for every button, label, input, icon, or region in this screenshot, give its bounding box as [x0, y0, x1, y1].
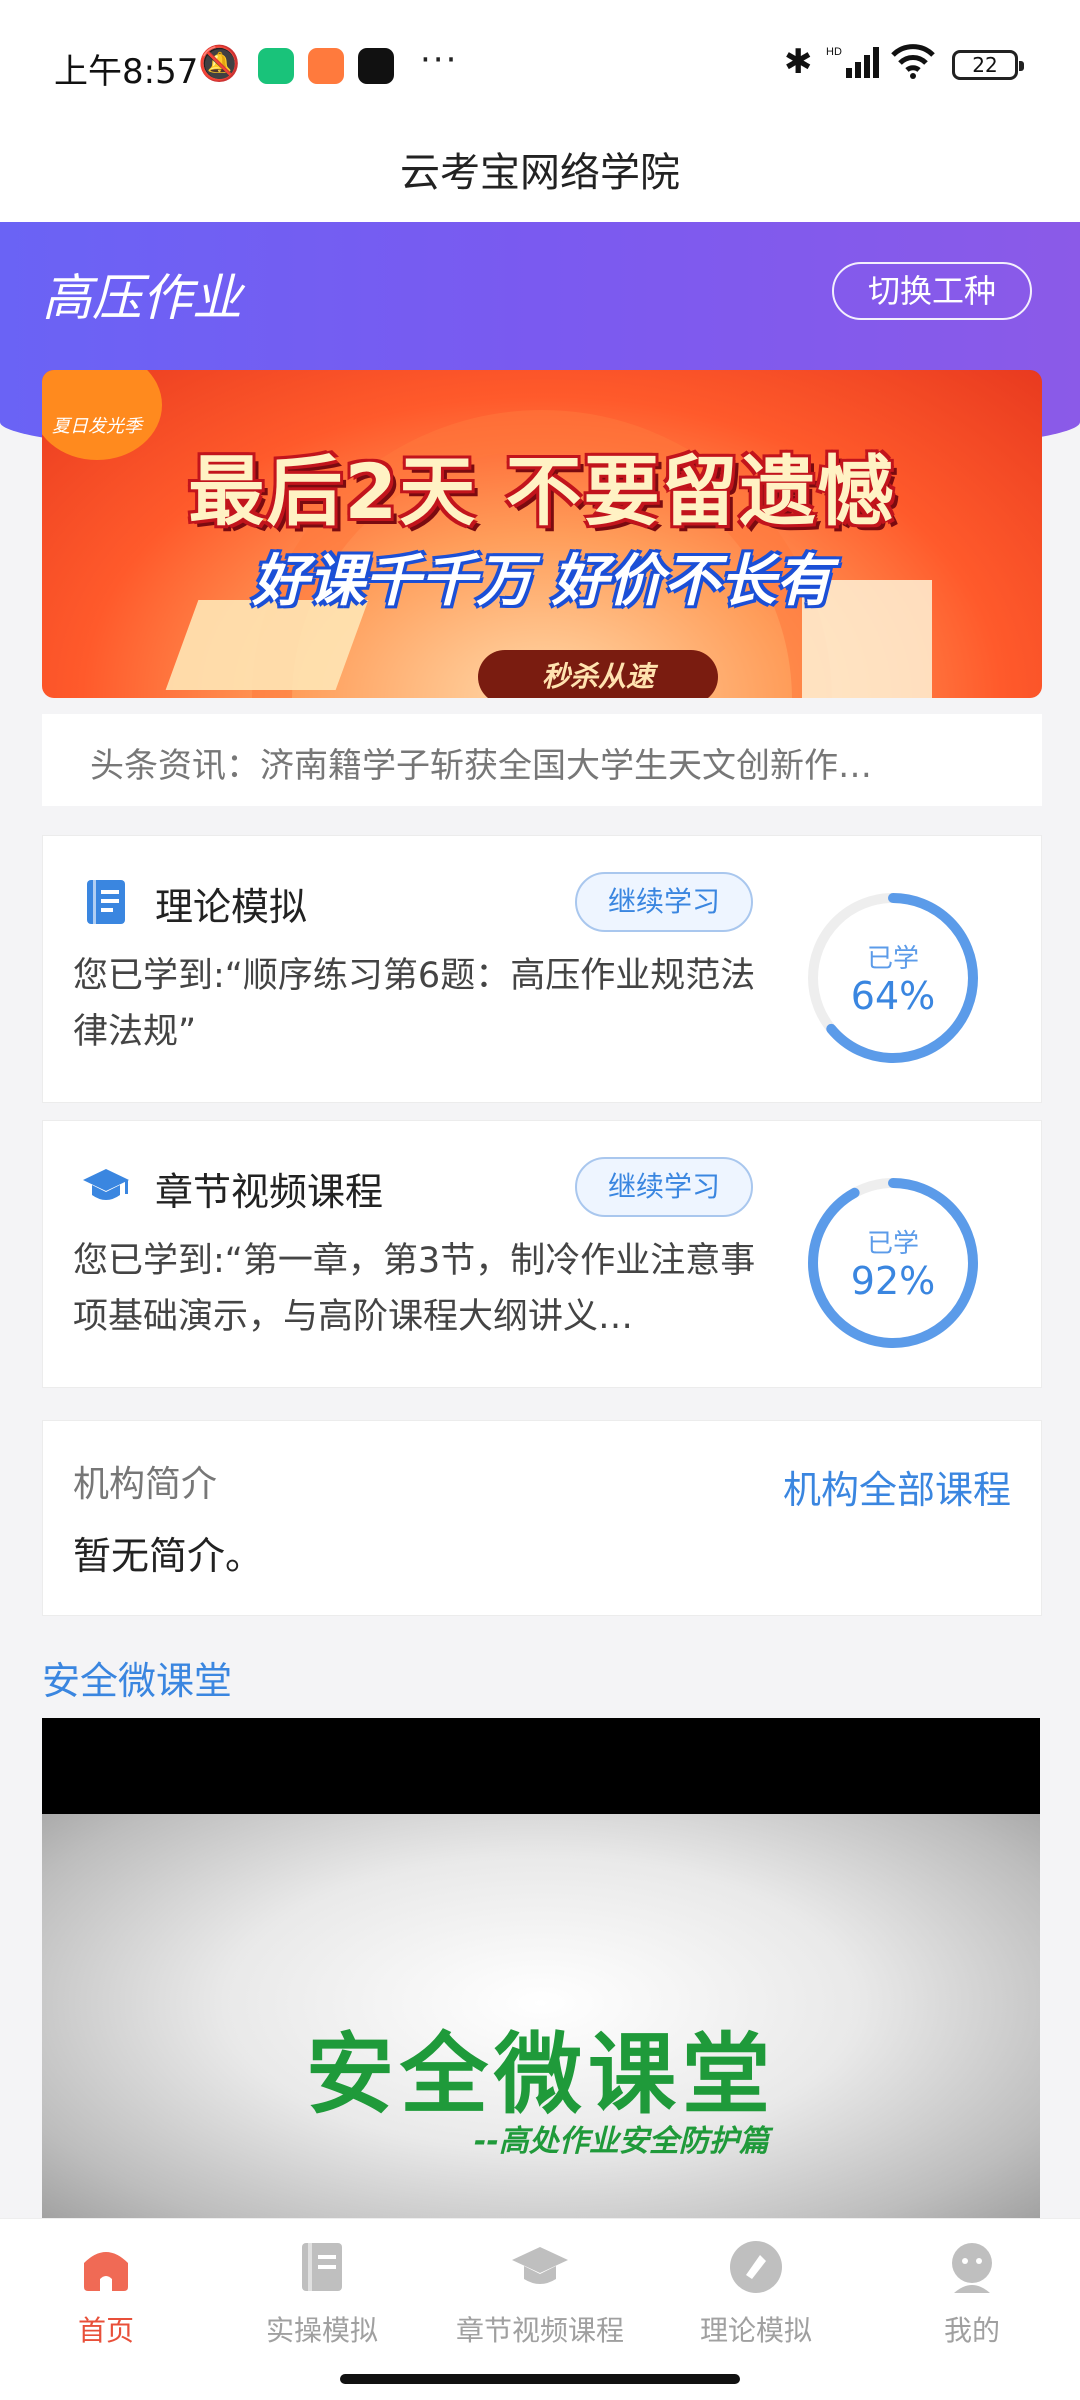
page-title: 云考宝网络学院: [400, 150, 680, 196]
video-course-card[interactable]: 章节视频课程 继续学习 您已学到:“第一章，第3节，制冷作业注意事项基础演示，与…: [42, 1120, 1042, 1388]
nav-home[interactable]: 首页: [6, 2237, 206, 2349]
org-intro-card: 机构简介 机构全部课程 暂无简介。: [42, 1420, 1042, 1616]
status-bar: 上午8:57 🔕 ··· ✱ HD 22: [0, 0, 1080, 130]
card-title: 理论模拟: [155, 885, 308, 929]
continue-learning-button[interactable]: 继续学习: [575, 1157, 753, 1217]
news-ticker[interactable]: 头条资讯：济南籍学子斩获全国大学生天文创新作…: [42, 714, 1042, 806]
nav-label: 实操模拟: [265, 2314, 378, 2347]
nav-label: 章节视频课程: [455, 2314, 624, 2347]
theory-simulation-card[interactable]: 理论模拟 继续学习 您已学到:“顺序练习第6题：高压作业规范法律法规” 已学 6…: [42, 835, 1042, 1103]
news-headline: 头条资讯：济南籍学子斩获全国大学生天文创新作…: [90, 746, 872, 786]
org-intro-text: 暂无简介。: [73, 1534, 264, 1578]
tiktok-app-icon: [358, 48, 394, 84]
nav-label: 我的: [943, 2314, 1000, 2347]
banner-headline: 最后2天 不要留遗憾: [188, 447, 896, 536]
pen-icon: [730, 2241, 782, 2293]
progress-label: 已学: [866, 1229, 919, 1259]
home-icon: [84, 2252, 128, 2291]
network-type-label: HD: [826, 46, 842, 58]
org-intro-title: 机构简介: [73, 1464, 218, 1505]
all-courses-link[interactable]: 机构全部课程: [783, 1459, 1011, 1514]
signal-icon: HD: [826, 46, 879, 78]
card-progress-description: 您已学到:“顺序练习第6题：高压作业规范法律法规”: [73, 956, 756, 1052]
continue-learning-button[interactable]: 继续学习: [575, 872, 753, 932]
home-indicator[interactable]: [340, 2374, 740, 2384]
status-time: 上午8:57: [54, 52, 199, 92]
section-title: 安全微课堂: [42, 1659, 233, 1703]
card-progress-description: 您已学到:“第一章，第3节，制冷作业注意事项基础演示，与高阶课程大纲讲义…: [73, 1241, 756, 1337]
battery-level: 22: [972, 53, 998, 77]
more-notifications-icon: ···: [420, 40, 459, 80]
nav-theory[interactable]: 理论模拟: [656, 2237, 856, 2349]
graduation-cap-icon: [512, 2247, 568, 2284]
progress-value: 64%: [850, 974, 936, 1018]
progress-label: 已学: [866, 944, 919, 974]
battery-icon: 22: [952, 50, 1024, 80]
category-title: 高压作业: [42, 269, 242, 327]
book-icon: [87, 880, 125, 924]
nav-profile[interactable]: 我的: [872, 2237, 1072, 2349]
nav-label: 理论模拟: [699, 2314, 812, 2347]
promo-banner[interactable]: 夏日发光季 最后2天 不要留遗憾 好课千千万 好价不长有 秒杀从速: [42, 370, 1042, 698]
document-icon: [302, 2243, 342, 2291]
bluetooth-icon: ✱: [784, 42, 813, 82]
nav-video-courses[interactable]: 章节视频课程: [440, 2237, 640, 2349]
nav-label: 首页: [77, 2314, 134, 2347]
video-frame: 安全微课堂 --高处作业安全防护篇: [42, 1814, 1040, 2218]
bottom-nav: 首页 实操模拟 章节视频课程 理论模拟 我的: [0, 2218, 1080, 2400]
mute-icon: 🔕: [198, 44, 241, 84]
wifi-icon: [891, 44, 935, 79]
banner-cta-button[interactable]: 秒杀从速: [478, 650, 718, 698]
video-subtitle: --高处作业安全防护篇: [474, 2124, 769, 2159]
nav-practice[interactable]: 实操模拟: [222, 2237, 422, 2349]
video-player[interactable]: 安全微课堂 --高处作业安全防护篇: [42, 1718, 1040, 2218]
progress-ring: 已学 92%: [803, 1173, 983, 1353]
title-bar: 云考宝网络学院: [0, 130, 1080, 222]
video-title: 安全微课堂: [305, 2023, 776, 2126]
banner-subheadline: 好课千千万 好价不长有: [252, 549, 832, 614]
graduation-cap-icon: [83, 1169, 129, 1200]
shopping-app-icon: [308, 48, 344, 84]
user-icon: [952, 2243, 992, 2293]
progress-ring: 已学 64%: [803, 888, 983, 1068]
card-title: 章节视频课程: [155, 1170, 384, 1214]
progress-value: 92%: [850, 1259, 936, 1303]
switch-category-button[interactable]: 切换工种: [832, 262, 1032, 320]
shield-app-icon: [258, 48, 294, 84]
